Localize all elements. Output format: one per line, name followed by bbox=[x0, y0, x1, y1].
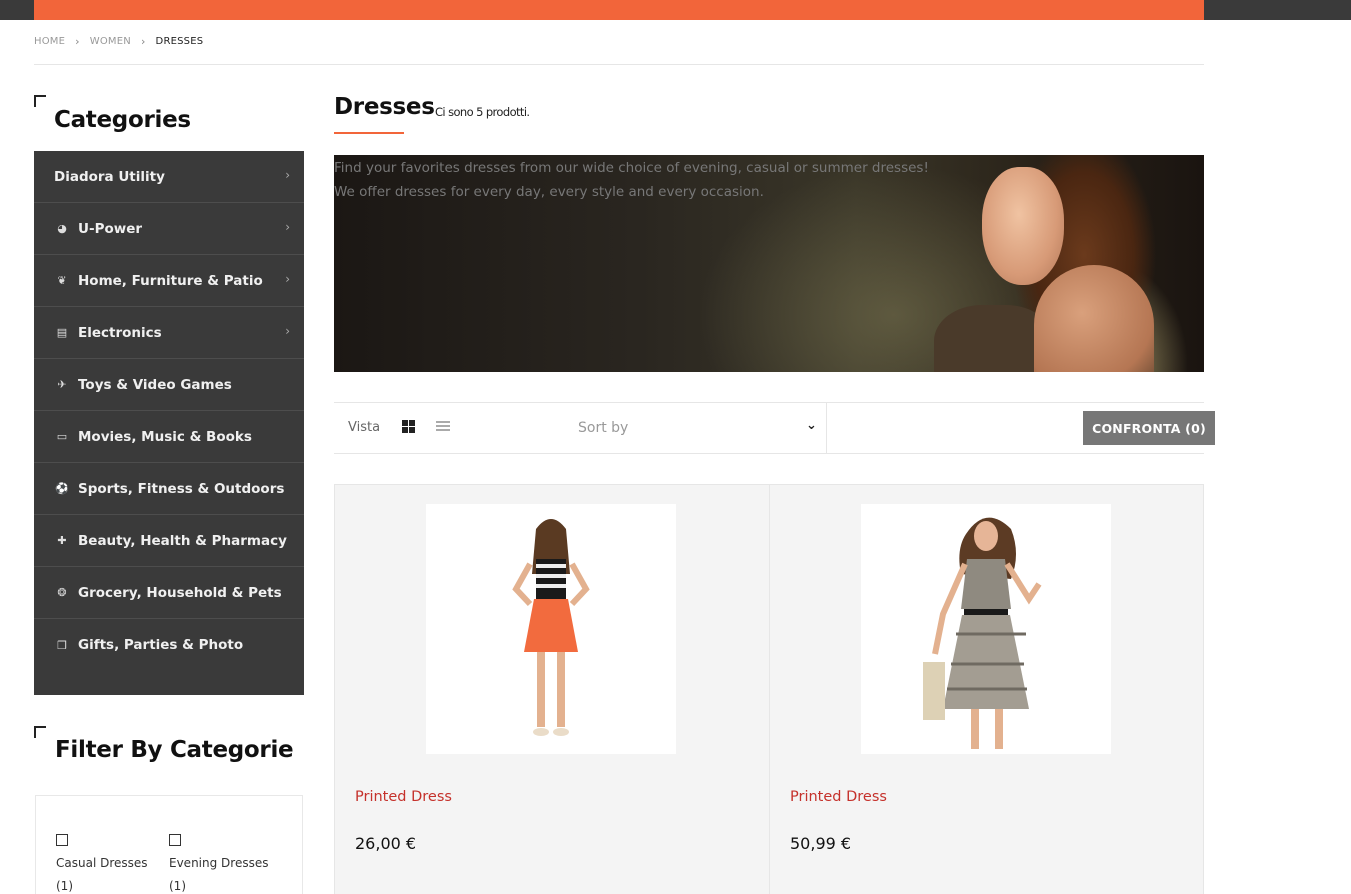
checkbox[interactable] bbox=[56, 834, 68, 846]
chevron-right-icon: › bbox=[285, 272, 290, 286]
banner-face bbox=[982, 167, 1064, 285]
category-item[interactable]: ▭ Movies, Music & Books bbox=[34, 411, 304, 463]
banner-description: Find your favorites dresses from our wid… bbox=[334, 156, 929, 204]
printer-icon: ▤ bbox=[56, 326, 68, 339]
product-photo bbox=[512, 519, 590, 736]
gauge-icon: ◕ bbox=[57, 222, 67, 235]
product-card[interactable]: Printed Dress 26,00 € bbox=[335, 485, 769, 894]
category-label: Home, Furniture & Patio bbox=[78, 272, 263, 289]
top-bar-accent bbox=[34, 0, 1204, 20]
checkbox[interactable] bbox=[169, 834, 181, 846]
category-item[interactable]: ◕ U-Power › bbox=[34, 203, 304, 255]
category-item[interactable]: ❦ Home, Furniture & Patio › bbox=[34, 255, 304, 307]
filter-option[interactable]: Evening Dresses (1) bbox=[169, 834, 268, 893]
filter-box: Casual Dresses (1) Evening Dresses (1) bbox=[35, 795, 303, 894]
plane-icon: ✈ bbox=[57, 378, 67, 391]
category-item[interactable]: ❂ Grocery, Household & Pets bbox=[34, 567, 304, 619]
categories-title: Categories bbox=[54, 107, 191, 133]
chevron-right-icon: › bbox=[75, 35, 80, 48]
product-name[interactable]: Printed Dress bbox=[355, 789, 452, 805]
medkit-icon: ✚ bbox=[57, 534, 67, 547]
chevron-right-icon: › bbox=[140, 35, 146, 48]
category-item[interactable]: Diadora Utility › bbox=[34, 151, 304, 203]
breadcrumb-current: DRESSES bbox=[155, 36, 204, 47]
rebel-icon: ❂ bbox=[57, 586, 67, 599]
chevron-right-icon: › bbox=[285, 324, 290, 338]
category-label: Sports, Fitness & Outdoors bbox=[78, 480, 285, 497]
chevron-down-icon[interactable]: ⌄ bbox=[806, 418, 817, 433]
sort-select[interactable]: Sort by bbox=[578, 420, 628, 436]
page-title: Dresses bbox=[334, 94, 435, 120]
product-photo bbox=[923, 517, 1042, 749]
product-price: 26,00 € bbox=[355, 834, 417, 853]
category-item[interactable]: ❒ Gifts, Parties & Photo bbox=[34, 619, 304, 671]
product-toolbar: Vista Sort by ⌄ CONFRONTA (0) bbox=[334, 402, 1215, 454]
category-label: Electronics bbox=[78, 324, 162, 341]
filter-title: Filter By Categorie bbox=[55, 737, 294, 763]
leaf-icon: ❦ bbox=[57, 274, 67, 287]
category-item[interactable]: ✈ Toys & Video Games bbox=[34, 359, 304, 411]
category-label: Grocery, Household & Pets bbox=[78, 584, 282, 601]
chevron-right-icon: › bbox=[285, 220, 290, 234]
category-item[interactable]: ⚽ Sports, Fitness & Outdoors bbox=[34, 463, 304, 515]
category-label: Diadora Utility bbox=[54, 168, 165, 185]
category-label: Toys & Video Games bbox=[78, 376, 232, 393]
product-name[interactable]: Printed Dress bbox=[790, 789, 887, 805]
title-underline bbox=[334, 132, 404, 134]
categories-menu: Diadora Utility › ◕ U-Power › ❦ Home, Fu… bbox=[34, 151, 304, 695]
product-count: Ci sono 5 prodotti. bbox=[435, 105, 530, 119]
product-image[interactable] bbox=[861, 504, 1111, 754]
filter-count: (1) bbox=[56, 879, 73, 893]
filter-count: (1) bbox=[169, 879, 186, 893]
category-item[interactable]: ✚ Beauty, Health & Pharmacy bbox=[34, 515, 304, 567]
product-grid: Printed Dress 26,00 € Printed Dress 50,9… bbox=[334, 484, 1204, 894]
monitor-icon: ▭ bbox=[56, 430, 68, 443]
category-label: Beauty, Health & Pharmacy bbox=[78, 532, 287, 549]
breadcrumb: HOME › WOMEN › DRESSES bbox=[34, 35, 203, 48]
product-image[interactable] bbox=[426, 504, 676, 754]
breadcrumb-women[interactable]: WOMEN bbox=[90, 36, 131, 47]
divider bbox=[826, 403, 827, 453]
gift-icon: ❒ bbox=[57, 638, 67, 652]
corner-decoration bbox=[34, 95, 46, 107]
list-view-icon[interactable] bbox=[436, 421, 450, 433]
filter-label: Casual Dresses bbox=[56, 856, 148, 870]
breadcrumb-home[interactable]: HOME bbox=[34, 36, 65, 47]
category-label: Gifts, Parties & Photo bbox=[78, 637, 244, 653]
compare-button[interactable]: CONFRONTA (0) bbox=[1083, 411, 1215, 445]
view-label: Vista bbox=[348, 420, 381, 435]
category-item[interactable]: ▤ Electronics › bbox=[34, 307, 304, 359]
filter-option[interactable]: Casual Dresses (1) bbox=[56, 834, 148, 893]
grid-view-icon[interactable] bbox=[402, 420, 415, 433]
filter-label: Evening Dresses bbox=[169, 856, 269, 870]
product-card[interactable]: Printed Dress 50,99 € bbox=[769, 485, 1203, 894]
soccer-ball-icon: ⚽ bbox=[55, 482, 69, 495]
chevron-right-icon: › bbox=[285, 168, 290, 182]
banner-line: Find your favorites dresses from our wid… bbox=[334, 160, 929, 176]
product-price: 50,99 € bbox=[790, 834, 852, 853]
divider bbox=[34, 64, 1204, 65]
category-label: Movies, Music & Books bbox=[78, 428, 252, 445]
category-label: U-Power bbox=[78, 220, 143, 237]
category-banner: Find your favorites dresses from our wid… bbox=[334, 155, 1204, 372]
banner-line: We offer dresses for every day, every st… bbox=[334, 184, 764, 200]
corner-decoration bbox=[34, 726, 46, 738]
